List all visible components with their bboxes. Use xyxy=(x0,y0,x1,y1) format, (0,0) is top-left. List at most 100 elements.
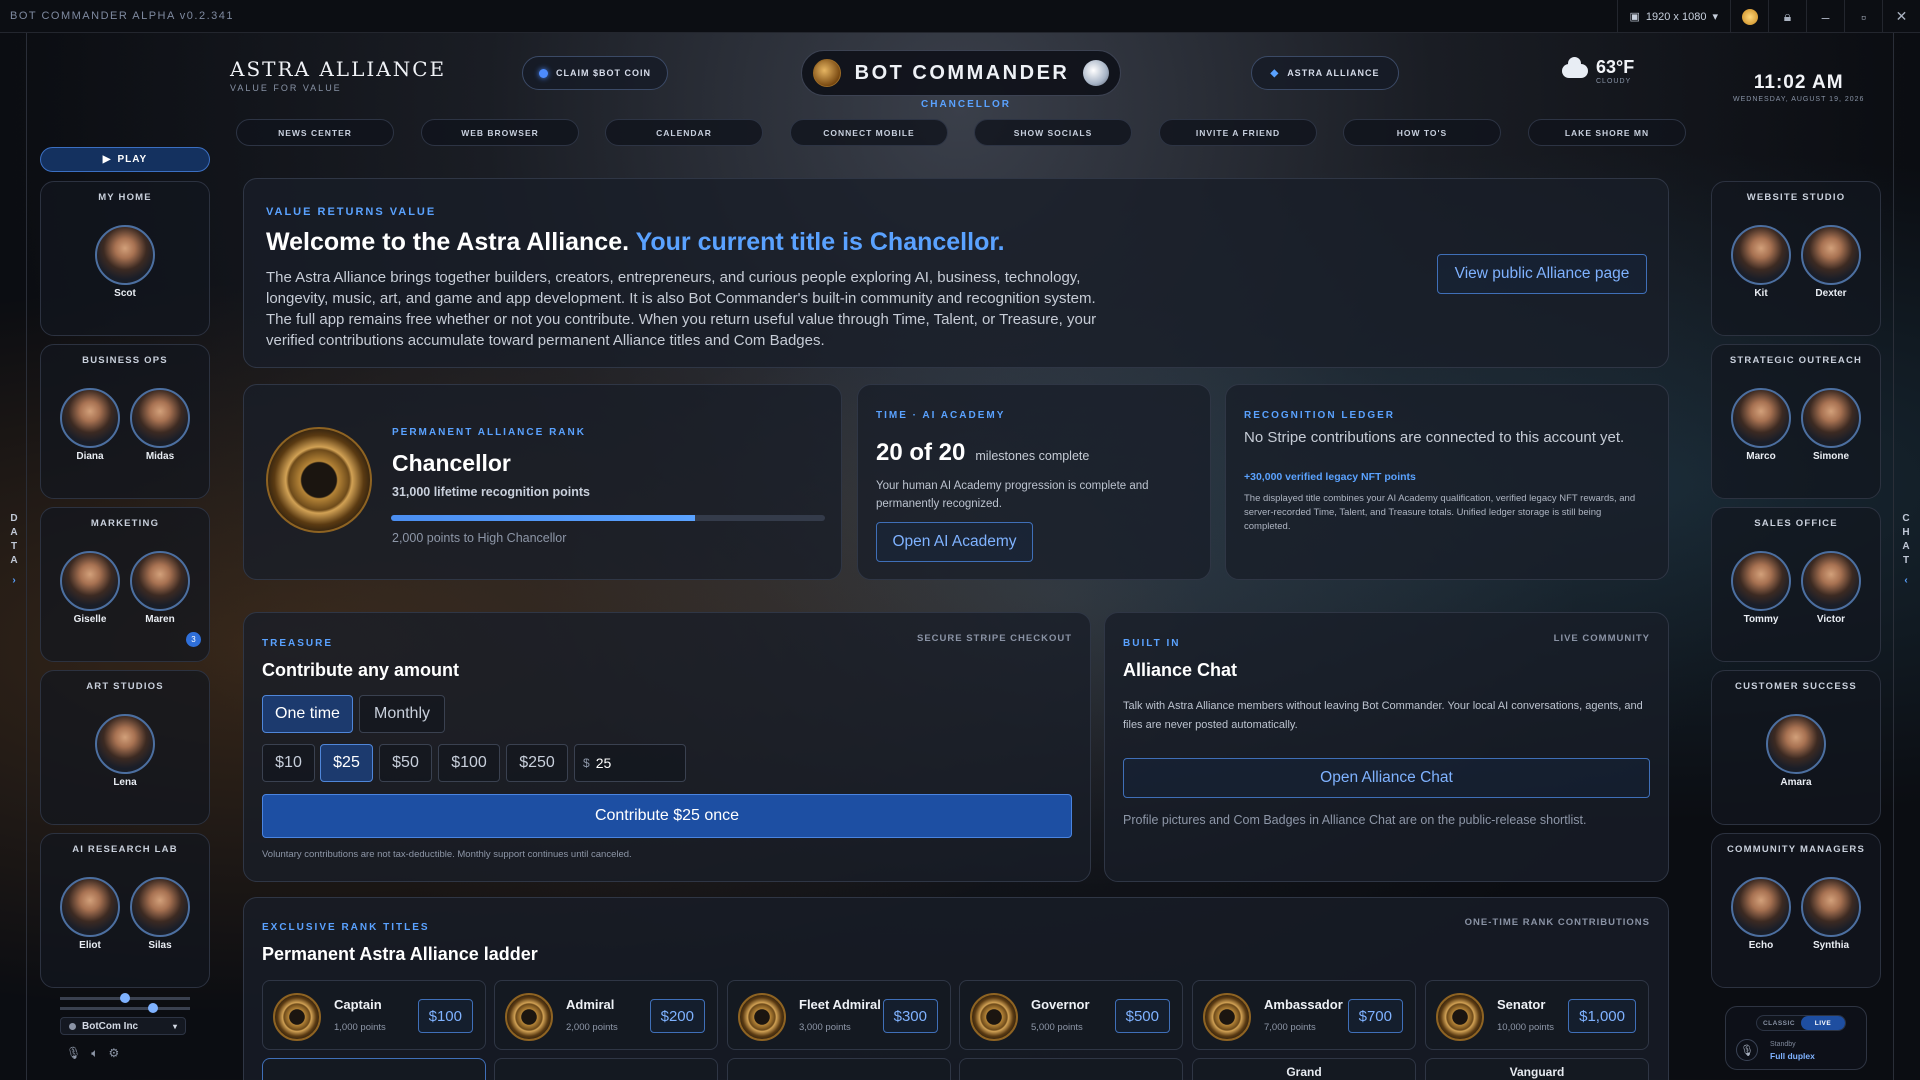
amount-25-button[interactable]: $25 xyxy=(320,744,373,782)
agent-avatar[interactable]: Victor xyxy=(1800,551,1862,625)
rank-emblem-icon xyxy=(738,993,786,1041)
amount-50-button[interactable]: $50 xyxy=(379,744,432,782)
rank-card-row2[interactable] xyxy=(262,1058,486,1080)
rank-card-vanguard[interactable]: Vanguard xyxy=(1425,1058,1649,1080)
rank-card-captain[interactable]: Captain 1,000 points $100 xyxy=(262,980,486,1050)
custom-amount-input[interactable]: $ 25 xyxy=(574,744,686,782)
ledger-panel: RECOGNITION LEDGER No Stripe contributio… xyxy=(1225,384,1669,580)
rank-name: Ambassador xyxy=(1264,997,1343,1012)
agent-avatar[interactable]: Tommy xyxy=(1730,551,1792,625)
play-button[interactable]: ▶ PLAY xyxy=(40,147,210,172)
one-time-button[interactable]: One time xyxy=(262,695,353,733)
close-button[interactable]: ✕ xyxy=(1882,0,1920,33)
agent-name: Lena xyxy=(113,777,137,788)
agent-avatar[interactable]: Diana xyxy=(59,388,121,462)
team-card-community-managers[interactable]: COMMUNITY MANAGERS Echo Synthia xyxy=(1711,833,1881,988)
team-card-website-studio[interactable]: WEBSITE STUDIO Kit Dexter xyxy=(1711,181,1881,336)
mode-toggle[interactable]: CLASSIC LIVE xyxy=(1756,1015,1846,1031)
agent-avatar[interactable]: Synthia xyxy=(1800,877,1862,951)
theme-sun-icon[interactable] xyxy=(1730,0,1768,33)
agent-avatar[interactable]: Echo xyxy=(1730,877,1792,951)
data-edge-tab[interactable]: D A T A › xyxy=(8,512,20,588)
rank-price-button[interactable]: $300 xyxy=(882,999,938,1033)
team-title: AI RESEARCH LAB xyxy=(72,844,178,855)
agent-avatar[interactable]: Kit xyxy=(1730,225,1792,299)
nav-calendar[interactable]: CALENDAR xyxy=(605,119,763,146)
chat-edge-tab[interactable]: C H A T ‹ xyxy=(1900,512,1912,588)
rank-card-ambassador[interactable]: Ambassador 7,000 points $700 xyxy=(1192,980,1416,1050)
center-title: BOT COMMANDER xyxy=(854,61,1070,84)
astra-alliance-button[interactable]: ◆ ASTRA ALLIANCE xyxy=(1251,56,1399,90)
rank-price-button[interactable]: $200 xyxy=(649,999,705,1033)
monthly-button[interactable]: Monthly xyxy=(359,695,445,733)
agent-avatar[interactable]: Amara xyxy=(1765,714,1827,788)
agent-avatar[interactable]: Giselle xyxy=(59,551,121,625)
agent-avatar[interactable]: Midas xyxy=(129,388,191,462)
rank-price-button[interactable]: $100 xyxy=(417,999,473,1033)
team-card-customer-success[interactable]: CUSTOMER SUCCESS Amara xyxy=(1711,670,1881,825)
rank-card-fleet-admiral[interactable]: Fleet Admiral 3,000 points $300 xyxy=(727,980,951,1050)
mode-live[interactable]: LIVE xyxy=(1801,1016,1845,1030)
amount-10-button[interactable]: $10 xyxy=(262,744,315,782)
rank-price-button[interactable]: $500 xyxy=(1114,999,1170,1033)
team-card-business-ops[interactable]: BUSINESS OPS Diana Midas xyxy=(40,344,210,499)
nav-how-tos[interactable]: HOW TO'S xyxy=(1343,119,1501,146)
agent-avatar[interactable]: Eliot xyxy=(59,877,121,951)
rank-card-senator[interactable]: Senator 10,000 points $1,000 xyxy=(1425,980,1649,1050)
nav-connect-mobile[interactable]: CONNECT MOBILE xyxy=(790,119,948,146)
rank-card-row2[interactable] xyxy=(959,1058,1183,1080)
nav-show-socials[interactable]: SHOW SOCIALS xyxy=(974,119,1132,146)
claim-coin-button[interactable]: CLAIM $BOT COIN xyxy=(522,56,668,90)
nav-web-browser[interactable]: WEB BROWSER xyxy=(421,119,579,146)
rank-card-admiral[interactable]: Admiral 2,000 points $200 xyxy=(494,980,718,1050)
status-dot-icon xyxy=(69,1022,76,1030)
agent-avatar[interactable]: Lena xyxy=(94,714,156,788)
rank-card-row2[interactable] xyxy=(727,1058,951,1080)
team-card-my-home[interactable]: MY HOME Scot xyxy=(40,181,210,336)
nav-news-center[interactable]: NEWS CENTER xyxy=(236,119,394,146)
team-card-ai-research[interactable]: AI RESEARCH LAB Eliot Silas xyxy=(40,833,210,988)
team-card-art-studios[interactable]: ART STUDIOS Lena xyxy=(40,670,210,825)
lock-icon[interactable]: 🔒︎ xyxy=(1768,0,1806,33)
team-card-marketing[interactable]: MARKETING Giselle Maren 3 xyxy=(40,507,210,662)
volume-slider[interactable] xyxy=(60,993,190,1003)
mode-classic[interactable]: CLASSIC xyxy=(1757,1016,1801,1030)
rank-card-governor[interactable]: Governor 5,000 points $500 xyxy=(959,980,1183,1050)
nav-lake-shore[interactable]: LAKE SHORE MN xyxy=(1528,119,1686,146)
speed-slider[interactable] xyxy=(60,1003,190,1013)
microphone-icon[interactable]: 🎙︎ xyxy=(1736,1039,1758,1061)
maximize-button[interactable]: ▫ xyxy=(1844,0,1882,33)
team-card-strategic-outreach[interactable]: STRATEGIC OUTREACH Marco Simone xyxy=(1711,344,1881,499)
agent-avatar[interactable]: Scot xyxy=(94,225,156,299)
speaker-icon[interactable]: 🔈︎ xyxy=(91,1046,98,1061)
team-title: WEBSITE STUDIO xyxy=(1746,192,1846,203)
team-card-sales-office[interactable]: SALES OFFICE Tommy Victor xyxy=(1711,507,1881,662)
minimize-button[interactable]: – xyxy=(1806,0,1844,33)
amount-250-button[interactable]: $250 xyxy=(506,744,568,782)
rank-price-button[interactable]: $700 xyxy=(1347,999,1403,1033)
slider-handle[interactable] xyxy=(120,993,130,1003)
agent-avatar[interactable]: Marco xyxy=(1730,388,1792,462)
team-title: MY HOME xyxy=(98,192,152,203)
gear-icon[interactable]: ⚙ xyxy=(108,1046,119,1061)
rank-card-grand[interactable]: Grand xyxy=(1192,1058,1416,1080)
agent-avatar[interactable]: Simone xyxy=(1800,388,1862,462)
microphone-icon[interactable]: 🎙︎ xyxy=(66,1046,81,1061)
amount-100-button[interactable]: $100 xyxy=(438,744,500,782)
open-alliance-chat-button[interactable]: Open Alliance Chat xyxy=(1123,758,1650,798)
slider-handle[interactable] xyxy=(148,1003,158,1013)
rank-card-row2[interactable] xyxy=(494,1058,718,1080)
resolution-selector[interactable]: ▣ 1920 x 1080 ▾ xyxy=(1616,0,1731,33)
agent-avatar[interactable]: Maren xyxy=(129,551,191,625)
clock-time: 11:02 AM xyxy=(1753,72,1844,93)
agent-avatar[interactable]: Silas xyxy=(129,877,191,951)
contribute-button[interactable]: Contribute $25 once xyxy=(262,794,1072,838)
nav-invite-friend[interactable]: INVITE A FRIEND xyxy=(1159,119,1317,146)
rank-price-button[interactable]: $1,000 xyxy=(1568,999,1636,1033)
academy-body: Your human AI Academy progression is com… xyxy=(876,480,1149,510)
agent-avatar[interactable]: Dexter xyxy=(1800,225,1862,299)
ledger-kicker: RECOGNITION LEDGER xyxy=(1244,410,1396,421)
view-alliance-page-button[interactable]: View public Alliance page xyxy=(1437,254,1647,294)
open-ai-academy-button[interactable]: Open AI Academy xyxy=(876,522,1033,562)
company-select[interactable]: BotCom Inc ▾ xyxy=(60,1017,186,1035)
